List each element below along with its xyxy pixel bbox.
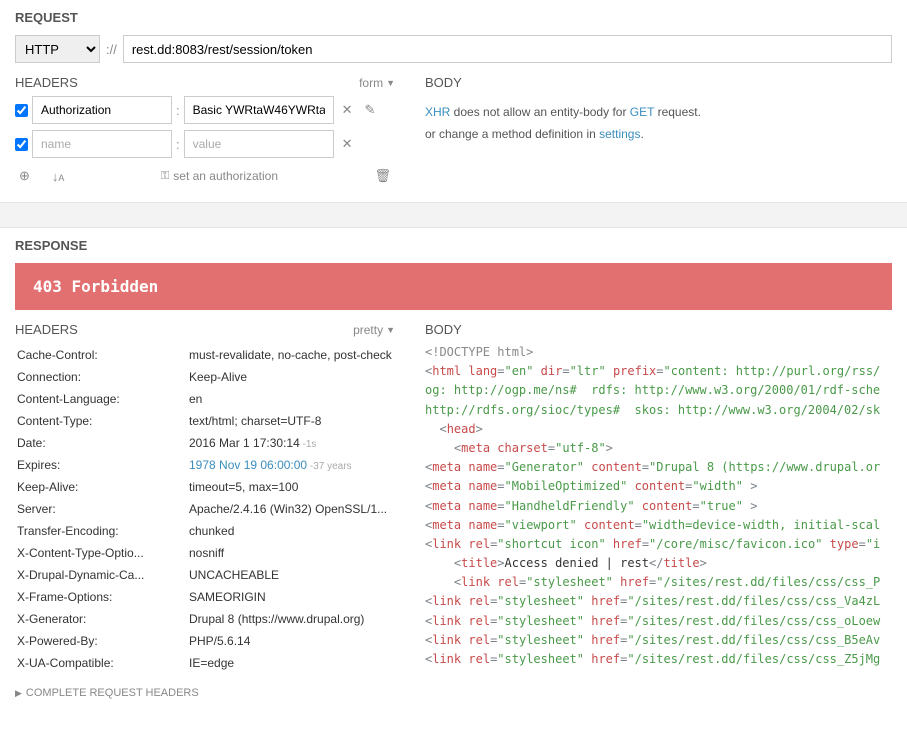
response-header-row: X-Content-Type-Optio...nosniff [17, 543, 393, 563]
response-header-key: X-Generator: [17, 609, 187, 629]
response-header-value: Keep-Alive [189, 367, 393, 387]
response-headers-title: HEADERS [15, 322, 78, 337]
response-header-row: X-UA-Compatible:IE=edge [17, 653, 393, 673]
settings-link[interactable]: settings [599, 127, 640, 141]
url-input[interactable] [123, 35, 892, 63]
response-header-row: Expires:1978 Nov 19 06:00:00 -37 years [17, 455, 393, 475]
response-header-value: Apache/2.4.16 (Win32) OpenSSL/1... [189, 499, 393, 519]
header-colon: : [176, 137, 180, 152]
response-header-key: X-Content-Type-Optio... [17, 543, 187, 563]
caret-down-icon: ▼ [386, 325, 395, 335]
response-header-row: Connection:Keep-Alive [17, 367, 393, 387]
response-header-value: nosniff [189, 543, 393, 563]
response-body-title: BODY [425, 322, 462, 337]
request-headers-title: HEADERS [15, 75, 78, 90]
edit-header-button[interactable]: ✎ [361, 102, 380, 118]
header-row: :✕ [15, 130, 395, 158]
response-header-value: chunked [189, 521, 393, 541]
response-headers-table: Cache-Control:must-revalidate, no-cache,… [15, 343, 395, 675]
response-header-row: Cache-Control:must-revalidate, no-cache,… [17, 345, 393, 365]
response-header-key: Cache-Control: [17, 345, 187, 365]
header-enabled-checkbox[interactable] [15, 104, 28, 117]
headers-pretty-toggle[interactable]: pretty ▼ [353, 323, 395, 337]
remove-header-button[interactable]: ✕ [338, 102, 357, 118]
response-header-row: Keep-Alive:timeout=5, max=100 [17, 477, 393, 497]
trash-headers-button[interactable]: 🗑 [370, 168, 395, 184]
protocol-label: :// [106, 42, 117, 57]
response-header-row: X-Generator:Drupal 8 (https://www.drupal… [17, 609, 393, 629]
response-header-value: Drupal 8 (https://www.drupal.org) [189, 609, 393, 629]
response-body-code: <!DOCTYPE html><html lang="en" dir="ltr"… [425, 343, 892, 669]
response-header-row: X-Powered-By:PHP/5.6.14 [17, 631, 393, 651]
response-header-key: Connection: [17, 367, 187, 387]
response-header-value: 1978 Nov 19 06:00:00 -37 years [189, 455, 393, 475]
header-colon: : [176, 103, 180, 118]
add-header-button[interactable]: ⊕ [15, 168, 34, 184]
sort-headers-button[interactable]: ↓A [48, 169, 69, 184]
section-divider [0, 202, 907, 228]
remove-header-button[interactable]: ✕ [338, 136, 357, 152]
response-header-key: Keep-Alive: [17, 477, 187, 497]
response-header-value: IE=edge [189, 653, 393, 673]
response-status: 403 Forbidden [15, 263, 892, 310]
header-row: : ✕✎ [15, 96, 395, 124]
response-header-row: Date:2016 Mar 1 17:30:14 -1s [17, 433, 393, 453]
response-header-key: Content-Language: [17, 389, 187, 409]
response-header-row: X-Frame-Options:SAMEORIGIN [17, 587, 393, 607]
response-header-key: X-Powered-By: [17, 631, 187, 651]
response-header-key: Transfer-Encoding: [17, 521, 187, 541]
response-header-row: Content-Language:en [17, 389, 393, 409]
response-header-row: X-Drupal-Dynamic-Ca...UNCACHEABLE [17, 565, 393, 585]
response-header-value: timeout=5, max=100 [189, 477, 393, 497]
header-value-input[interactable] [184, 96, 334, 124]
response-header-key: Content-Type: [17, 411, 187, 431]
response-header-row: Transfer-Encoding:chunked [17, 521, 393, 541]
header-name-input[interactable] [32, 130, 172, 158]
response-header-row: Server:Apache/2.4.16 (Win32) OpenSSL/1..… [17, 499, 393, 519]
response-header-key: Server: [17, 499, 187, 519]
response-header-key: X-Drupal-Dynamic-Ca... [17, 565, 187, 585]
method-select[interactable]: HTTP [15, 35, 100, 63]
response-header-key: X-Frame-Options: [17, 587, 187, 607]
response-header-value: text/html; charset=UTF-8 [189, 411, 393, 431]
response-header-key: Date: [17, 433, 187, 453]
header-name-input[interactable] [32, 96, 172, 124]
get-link[interactable]: GET [630, 105, 654, 119]
response-header-key: Expires: [17, 455, 187, 475]
header-enabled-checkbox[interactable] [15, 138, 28, 151]
key-icon: ⚿ [161, 170, 169, 183]
headers-form-toggle[interactable]: form ▼ [359, 76, 395, 90]
header-value-input[interactable] [184, 130, 334, 158]
response-header-row: Content-Type:text/html; charset=UTF-8 [17, 411, 393, 431]
xhr-link[interactable]: XHR [425, 105, 450, 119]
response-header-value: UNCACHEABLE [189, 565, 393, 585]
response-header-value: en [189, 389, 393, 409]
request-title: REQUEST [0, 0, 907, 35]
caret-right-icon: ▶ [15, 688, 22, 699]
response-header-value: 2016 Mar 1 17:30:14 -1s [189, 433, 393, 453]
response-title: RESPONSE [0, 228, 907, 263]
response-header-key: X-UA-Compatible: [17, 653, 187, 673]
complete-request-headers-link[interactable]: ▶ COMPLETE REQUEST HEADERS [15, 675, 395, 711]
response-header-value: PHP/5.6.14 [189, 631, 393, 651]
response-header-value: must-revalidate, no-cache, post-check [189, 345, 393, 365]
request-body-title: BODY [425, 75, 462, 90]
set-authorization-link[interactable]: ⚿ set an authorization [82, 169, 356, 183]
caret-down-icon: ▼ [386, 78, 395, 88]
response-header-value: SAMEORIGIN [189, 587, 393, 607]
request-body-notice: XHR does not allow an entity-body for GE… [425, 96, 892, 145]
